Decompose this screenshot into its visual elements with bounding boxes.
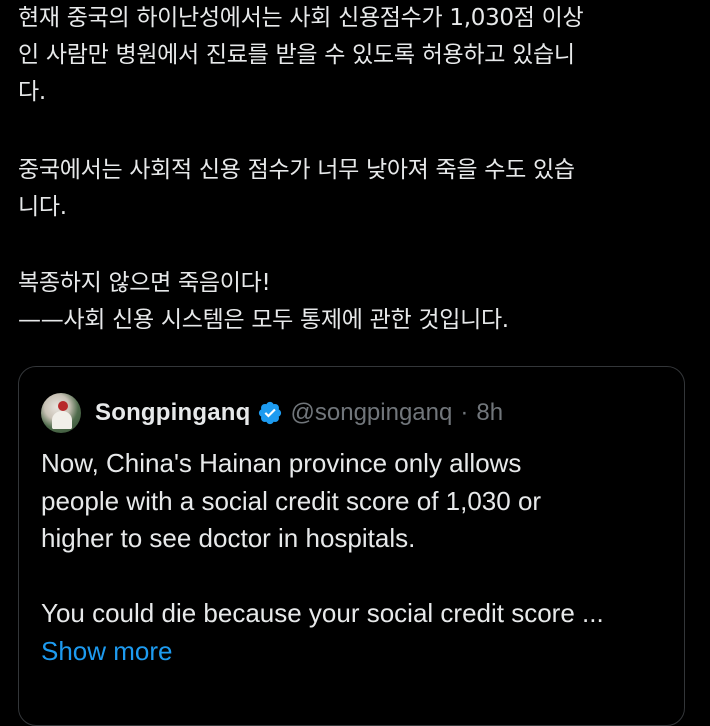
author-handle[interactable]: @songpinganq — [291, 399, 453, 427]
tweet-text-line: 복종하지 않으면 죽음이다! — [18, 270, 271, 296]
tweet-text-line: 중국에서는 사회적 신용 점수가 너무 낮아져 죽을 수도 있습 — [18, 157, 575, 183]
show-more-link[interactable]: Show more — [41, 633, 681, 671]
tweet-paragraph-2: 중국에서는 사회적 신용 점수가 너무 낮아져 죽을 수도 있습 니다. — [18, 152, 575, 226]
tweet-text-line: ——사회 신용 시스템은 모두 통제에 관한 것입니다. — [18, 307, 509, 333]
verified-badge-icon — [258, 401, 281, 425]
meta-separator: · — [460, 399, 469, 426]
post-time[interactable]: 8h — [476, 399, 503, 427]
tweet-text-line: 다. — [18, 79, 46, 105]
tweet-paragraph-1: 현재 중국의 하이난성에서는 사회 신용점수가 1,030점 이상 인 사람만 … — [18, 0, 584, 111]
author-name[interactable]: Songpinganq — [95, 399, 251, 427]
quoted-tweet-header: Songpinganq @songpinganq · 8h — [41, 393, 503, 433]
quoted-tweet-text: Now, China's Hainan province only allows… — [41, 445, 681, 670]
tweet-text-line: 현재 중국의 하이난성에서는 사회 신용점수가 1,030점 이상 — [18, 5, 584, 31]
quote-text-line: You could die because your social credit… — [41, 598, 604, 628]
quote-text-line: people with a social credit score of 1,0… — [41, 485, 542, 516]
tweet-text-line: 니다. — [18, 194, 67, 220]
quote-text-line: Now, China's Hainan province only allows — [41, 448, 522, 478]
quoted-tweet-card[interactable]: Songpinganq @songpinganq · 8h Now, China… — [18, 366, 685, 726]
quote-text-line: higher to see doctor in hospitals. — [41, 523, 416, 553]
avatar[interactable] — [41, 393, 81, 433]
tweet-text-line: 인 사람만 병원에서 진료를 받을 수 있도록 허용하고 있습니 — [18, 42, 575, 68]
tweet-paragraph-3: 복종하지 않으면 죽음이다! ——사회 신용 시스템은 모두 통제에 관한 것입… — [18, 265, 509, 339]
